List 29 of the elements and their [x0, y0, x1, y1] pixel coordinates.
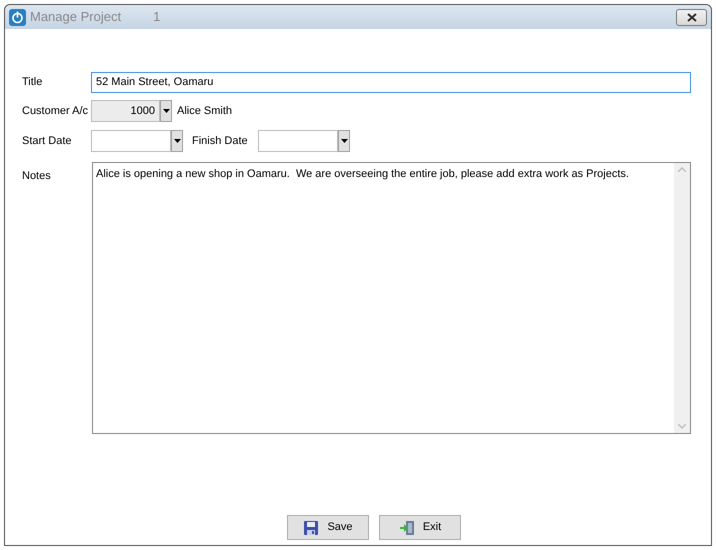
- dropdown-button[interactable]: [160, 100, 172, 122]
- scrollbar[interactable]: [674, 163, 690, 433]
- caret-icon: [340, 139, 348, 143]
- dropdown-button[interactable]: [338, 130, 350, 152]
- customer-label: Customer A/c: [22, 104, 90, 119]
- caret-icon: [174, 139, 180, 143]
- customer-name: Alice Smith: [177, 104, 232, 119]
- caret-icon: [162, 109, 170, 113]
- exit-button[interactable]: Exit: [379, 515, 461, 540]
- scroll-down-icon: [678, 424, 686, 429]
- power-icon: [9, 8, 26, 26]
- window-title: Manage Project: [30, 8, 122, 26]
- title-field[interactable]: 52 Main Street, Oamaru: [91, 72, 691, 92]
- title-label: Title: [22, 74, 44, 90]
- notes-field[interactable]: Alice is opening a new shop in Oamaru. We are overseeing the entire job, please add extra work as Projects.: [92, 162, 691, 434]
- window-number: 1: [153, 8, 160, 26]
- close-icon: [686, 12, 696, 22]
- customer-field[interactable]: 1000: [91, 100, 160, 122]
- save-button[interactable]: Save: [287, 515, 369, 540]
- start-date-field[interactable]: [91, 130, 171, 152]
- finish-date-field[interactable]: [258, 130, 338, 152]
- notes-text: Alice is opening a new shop in Oamaru. We are overseeing the entire job, please add extra work as Projects.: [96, 168, 629, 180]
- finish-date-label: Finish Date: [192, 134, 249, 149]
- close-button[interactable]: [676, 8, 707, 26]
- notes-label: Notes: [22, 169, 52, 184]
- start-date-label: Start Date: [22, 134, 73, 149]
- dropdown-button[interactable]: [171, 130, 183, 152]
- scroll-up-icon: [678, 167, 686, 172]
- door-arrow-icon: [398, 520, 415, 536]
